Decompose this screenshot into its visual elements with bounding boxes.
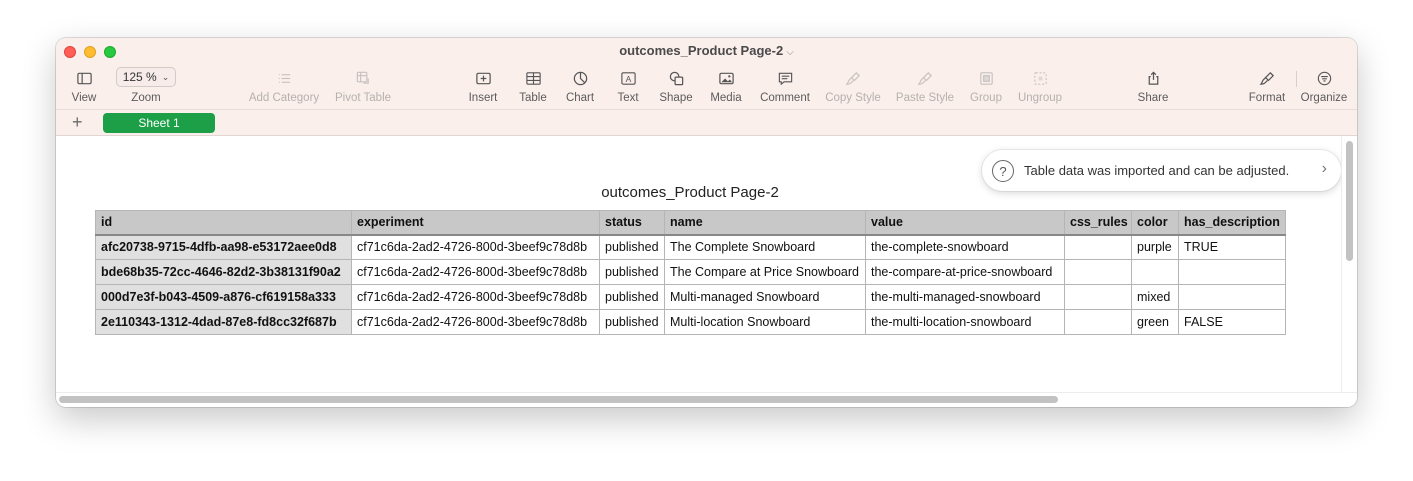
table-cell[interactable] <box>1064 284 1132 310</box>
share-button[interactable]: Share <box>1113 67 1193 104</box>
table-row: 2e110343-1312-4dad-87e8-fd8cc32f687b cf7… <box>95 309 1286 335</box>
paintbrush-icon <box>813 67 893 89</box>
table-cell[interactable] <box>1064 259 1132 285</box>
header-cell[interactable]: name <box>664 210 866 235</box>
table-cell[interactable]: green <box>1131 309 1179 335</box>
header-cell[interactable]: experiment <box>351 210 600 235</box>
table-cell[interactable]: the-compare-at-price-snowboard <box>865 259 1065 285</box>
header-cell[interactable]: status <box>599 210 665 235</box>
zoom-value: 125 % <box>122 70 157 84</box>
add-sheet-button[interactable]: + <box>72 112 83 132</box>
pivot-table-icon <box>323 67 403 89</box>
ungroup-button[interactable]: Ungroup <box>1000 67 1080 104</box>
table-cell[interactable] <box>1178 284 1286 310</box>
sheet-tab-sheet-1[interactable]: Sheet 1 <box>103 113 215 133</box>
table-cell[interactable]: The Complete Snowboard <box>664 234 866 260</box>
table-cell[interactable]: the-complete-snowboard <box>865 234 1065 260</box>
table-cell[interactable]: The Compare at Price Snowboard <box>664 259 866 285</box>
share-icon <box>1113 67 1193 89</box>
table-cell[interactable]: 000d7e3f-b043-4509-a876-cf619158a333 <box>95 284 352 310</box>
table-cell[interactable]: published <box>599 259 665 285</box>
table-cell[interactable]: cf71c6da-2ad2-4726-800d-3beef9c78d8b <box>351 234 600 260</box>
table-cell[interactable]: Multi-location Snowboard <box>664 309 866 335</box>
zoom-label: Zoom <box>131 92 161 104</box>
table-cell[interactable] <box>1178 259 1286 285</box>
import-notice-text: Table data was imported and can be adjus… <box>1024 163 1290 178</box>
view-button[interactable]: View <box>56 67 124 104</box>
ungroup-label: Ungroup <box>1017 92 1063 104</box>
header-cell[interactable]: has_description <box>1178 210 1286 235</box>
table-cell[interactable] <box>1064 234 1132 260</box>
table-cell[interactable]: Multi-managed Snowboard <box>664 284 866 310</box>
document-title-text: outcomes_Product Page-2 <box>619 43 784 58</box>
numbers-window: outcomes_Product Page-2 ⌵ View 125 % ⌄ Zoo… <box>56 38 1357 407</box>
table-cell[interactable]: the-multi-managed-snowboard <box>865 284 1065 310</box>
table-cell[interactable]: FALSE <box>1178 309 1286 335</box>
data-table[interactable]: id experiment status name value css_rule… <box>95 210 1286 335</box>
table-cell[interactable]: bde68b35-72cc-4646-82d2-3b38131f90a2 <box>95 259 352 285</box>
table-cell[interactable]: the-multi-location-snowboard <box>865 309 1065 335</box>
table-cell[interactable]: TRUE <box>1178 234 1286 260</box>
copy-style-button[interactable]: Copy Style <box>813 67 893 104</box>
header-cell[interactable]: css_rules <box>1064 210 1132 235</box>
ungroup-icon <box>1000 67 1080 89</box>
table-cell[interactable] <box>1064 309 1132 335</box>
list-icon <box>244 67 324 89</box>
table-title[interactable]: outcomes_Product Page-2 <box>56 184 1324 201</box>
pivot-table-button[interactable]: Pivot Table <box>323 67 403 104</box>
copy-style-label: Copy Style <box>825 92 881 104</box>
organize-button[interactable]: Organize <box>1284 67 1357 104</box>
header-cell[interactable]: value <box>865 210 1065 235</box>
header-row: id experiment status name value css_rule… <box>95 210 1286 235</box>
table-cell[interactable]: published <box>599 284 665 310</box>
table-cell[interactable]: afc20738-9715-4dfb-aa98-e53172aee0d8 <box>95 234 352 260</box>
chevron-down-icon: ⌄ <box>161 71 170 82</box>
vertical-scroll-thumb[interactable] <box>1346 141 1353 261</box>
add-category-label: Add Category <box>248 92 320 104</box>
title-bar: outcomes_Product Page-2 ⌵ View 125 % ⌄ Zoo… <box>56 38 1357 109</box>
table-cell[interactable] <box>1131 259 1179 285</box>
organize-label: Organize <box>1300 92 1348 104</box>
horizontal-scroll-thumb[interactable] <box>59 396 1058 403</box>
table-cell[interactable]: purple <box>1131 234 1179 260</box>
sheet-canvas: ? Table data was imported and can be adj… <box>56 136 1341 392</box>
question-circle-icon: ? <box>992 160 1014 182</box>
table-row: afc20738-9715-4dfb-aa98-e53172aee0d8 cf7… <box>95 234 1286 260</box>
share-label: Share <box>1137 92 1169 104</box>
header-cell[interactable]: color <box>1131 210 1179 235</box>
table-cell[interactable]: cf71c6da-2ad2-4726-800d-3beef9c78d8b <box>351 259 600 285</box>
zoom-select[interactable]: 125 % ⌄ <box>116 67 176 87</box>
header-cell[interactable]: id <box>95 210 352 235</box>
table-cell[interactable]: 2e110343-1312-4dad-87e8-fd8cc32f687b <box>95 309 352 335</box>
sheet-tabs-bar: + Sheet 1 <box>56 109 1357 136</box>
table-cell[interactable]: cf71c6da-2ad2-4726-800d-3beef9c78d8b <box>351 309 600 335</box>
table-cell[interactable]: published <box>599 309 665 335</box>
title-chevron-icon: ⌵ <box>786 47 794 58</box>
organize-filter-icon <box>1284 67 1357 89</box>
table-cell[interactable]: cf71c6da-2ad2-4726-800d-3beef9c78d8b <box>351 284 600 310</box>
table-row: bde68b35-72cc-4646-82d2-3b38131f90a2 cf7… <box>95 259 1286 285</box>
document-title[interactable]: outcomes_Product Page-2 ⌵ <box>56 43 1357 58</box>
view-label: View <box>71 92 97 104</box>
add-category-button[interactable]: Add Category <box>244 67 324 104</box>
svg-text:A: A <box>625 73 631 83</box>
table-cell[interactable]: mixed <box>1131 284 1179 310</box>
sidebar-icon <box>56 67 124 89</box>
table-cell[interactable]: published <box>599 234 665 260</box>
chevron-right-icon: › <box>1321 160 1327 177</box>
table-row: 000d7e3f-b043-4509-a876-cf619158a333 cf7… <box>95 284 1286 310</box>
pivot-table-label: Pivot Table <box>334 92 392 104</box>
